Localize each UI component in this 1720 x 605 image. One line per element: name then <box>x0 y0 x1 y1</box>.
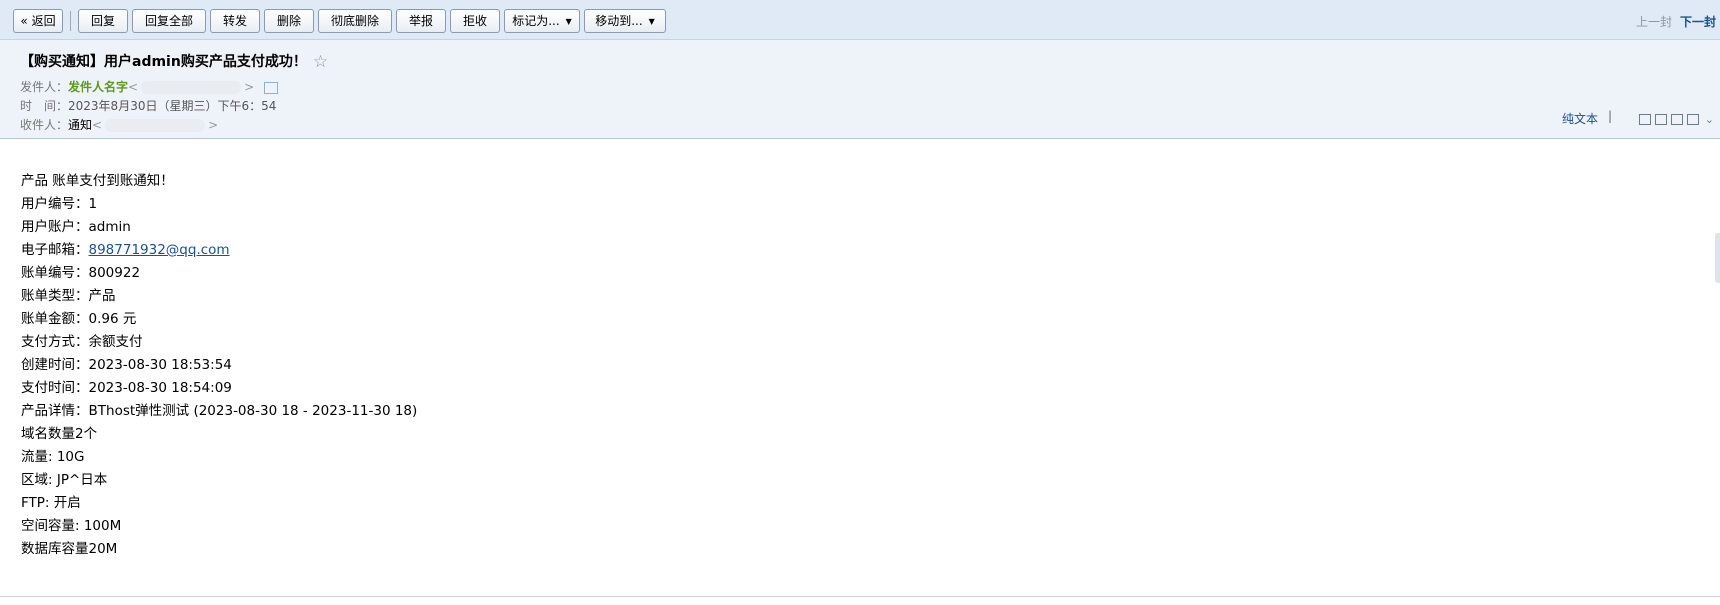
subject-text: 【购买通知】用户admin购买产品支付成功！ <box>20 54 307 70</box>
print-icon[interactable] <box>1686 114 1699 125</box>
sender-bracket-close: > <box>244 80 255 94</box>
time-value: 2023年8月30日（星期三）下午6：54 <box>68 99 277 113</box>
forward-button[interactable]: 转发 <box>210 9 260 33</box>
next-mail-link[interactable]: 下一封 <box>1680 13 1716 30</box>
recipient-address-redacted <box>105 119 206 132</box>
reply-all-button[interactable]: 回复全部 <box>132 9 206 33</box>
recipient-name[interactable]: 通知 <box>68 118 92 132</box>
toolbar-separator <box>70 11 71 31</box>
sender-row: 发件人：发件人名字< > <box>20 78 279 95</box>
header-separator: | <box>1607 109 1612 123</box>
mail-subject: 【购买通知】用户admin购买产品支付成功！ ☆ <box>20 51 328 72</box>
mail-header: 【购买通知】用户admin购买产品支付成功！ ☆ 发件人：发件人名字< > 时 间：… <box>0 40 1720 139</box>
body-product-detail: 产品详情：BThost弹性测试 (2023-08-30 18 - 2023-11… <box>21 403 418 419</box>
move-to-dropdown[interactable]: 移动到... ▼ <box>584 9 666 33</box>
mark-as-label: 标记为... <box>512 14 560 28</box>
email-link[interactable]: 898771932@qq.com <box>89 242 230 258</box>
body-db-capacity: 数据库容量20M <box>21 541 118 557</box>
body-bill-no: 账单编号：800922 <box>21 265 141 281</box>
body-traffic: 流量: 10G <box>21 449 85 465</box>
recipient-label: 收件人： <box>20 118 69 132</box>
restore-icon[interactable] <box>1654 114 1667 125</box>
body-user-id: 用户编号：1 <box>21 196 98 212</box>
reject-button[interactable]: 拒收 <box>450 9 500 33</box>
back-button[interactable]: « 返回 <box>13 9 63 33</box>
side-scroll-handle[interactable] <box>1715 233 1720 283</box>
mail-body: 产品 账单支付到账通知！ 用户编号：1 用户账户：admin 电子邮箱：8987… <box>21 170 417 561</box>
delete-permanently-button[interactable]: 彻底删除 <box>318 9 392 33</box>
caret-down-icon: ▼ <box>565 17 572 26</box>
body-space: 空间容量: 100M <box>21 518 122 534</box>
email-label: 电子邮箱： <box>21 242 89 258</box>
sender-bracket-open: < <box>128 80 139 94</box>
body-region: 区域: JP^日本 <box>21 472 108 488</box>
body-user-account: 用户账户：admin <box>21 219 131 235</box>
recipient-bracket-open: < <box>92 118 103 132</box>
mark-as-dropdown[interactable]: 标记为... ▼ <box>504 9 580 33</box>
reply-button[interactable]: 回复 <box>78 9 128 33</box>
body-bill-amount: 账单金额：0.96 元 <box>21 311 137 327</box>
footer-divider <box>0 596 1720 597</box>
prev-mail-link[interactable]: 上一封 <box>1636 13 1672 30</box>
time-row: 时 间：2023年8月30日（星期三）下午6：54 <box>20 97 276 114</box>
mail-toolbar: « 返回 回复 回复全部 转发 删除 彻底删除 举报 拒收 标记为... ▼ 移动… <box>0 0 1720 40</box>
chevron-down-icon[interactable]: ⌄ <box>1705 113 1714 126</box>
caret-down-icon: ▼ <box>648 17 655 26</box>
delete-button[interactable]: 删除 <box>264 9 314 33</box>
body-payment-method: 支付方式：余额支付 <box>21 334 143 350</box>
save-icon[interactable] <box>1670 114 1683 125</box>
body-email: 电子邮箱：898771932@qq.com <box>21 239 417 262</box>
star-icon[interactable]: ☆ <box>313 52 328 72</box>
move-to-label: 移动到... <box>595 14 643 28</box>
plain-text-link[interactable]: 纯文本 <box>1562 110 1598 127</box>
new-window-icon[interactable] <box>1638 114 1651 125</box>
body-paid-time: 支付时间：2023-08-30 18:54:09 <box>21 380 232 396</box>
sender-label: 发件人： <box>20 80 69 94</box>
body-created-time: 创建时间：2023-08-30 18:53:54 <box>21 357 232 373</box>
sender-address-redacted <box>141 81 242 94</box>
body-domain-count: 域名数量2个 <box>21 426 98 442</box>
recipient-row: 收件人：通知< > <box>20 116 218 133</box>
report-button[interactable]: 举报 <box>396 9 446 33</box>
body-bill-type: 账单类型：产品 <box>21 288 116 304</box>
contact-card-icon[interactable] <box>264 81 279 94</box>
sender-name[interactable]: 发件人名字 <box>68 80 128 94</box>
recipient-bracket-close: > <box>208 118 219 132</box>
time-label: 时 间： <box>20 99 69 113</box>
body-ftp: FTP: 开启 <box>21 495 81 511</box>
header-actions: ⌄ <box>1635 112 1714 126</box>
body-intro: 产品 账单支付到账通知！ <box>21 173 174 189</box>
